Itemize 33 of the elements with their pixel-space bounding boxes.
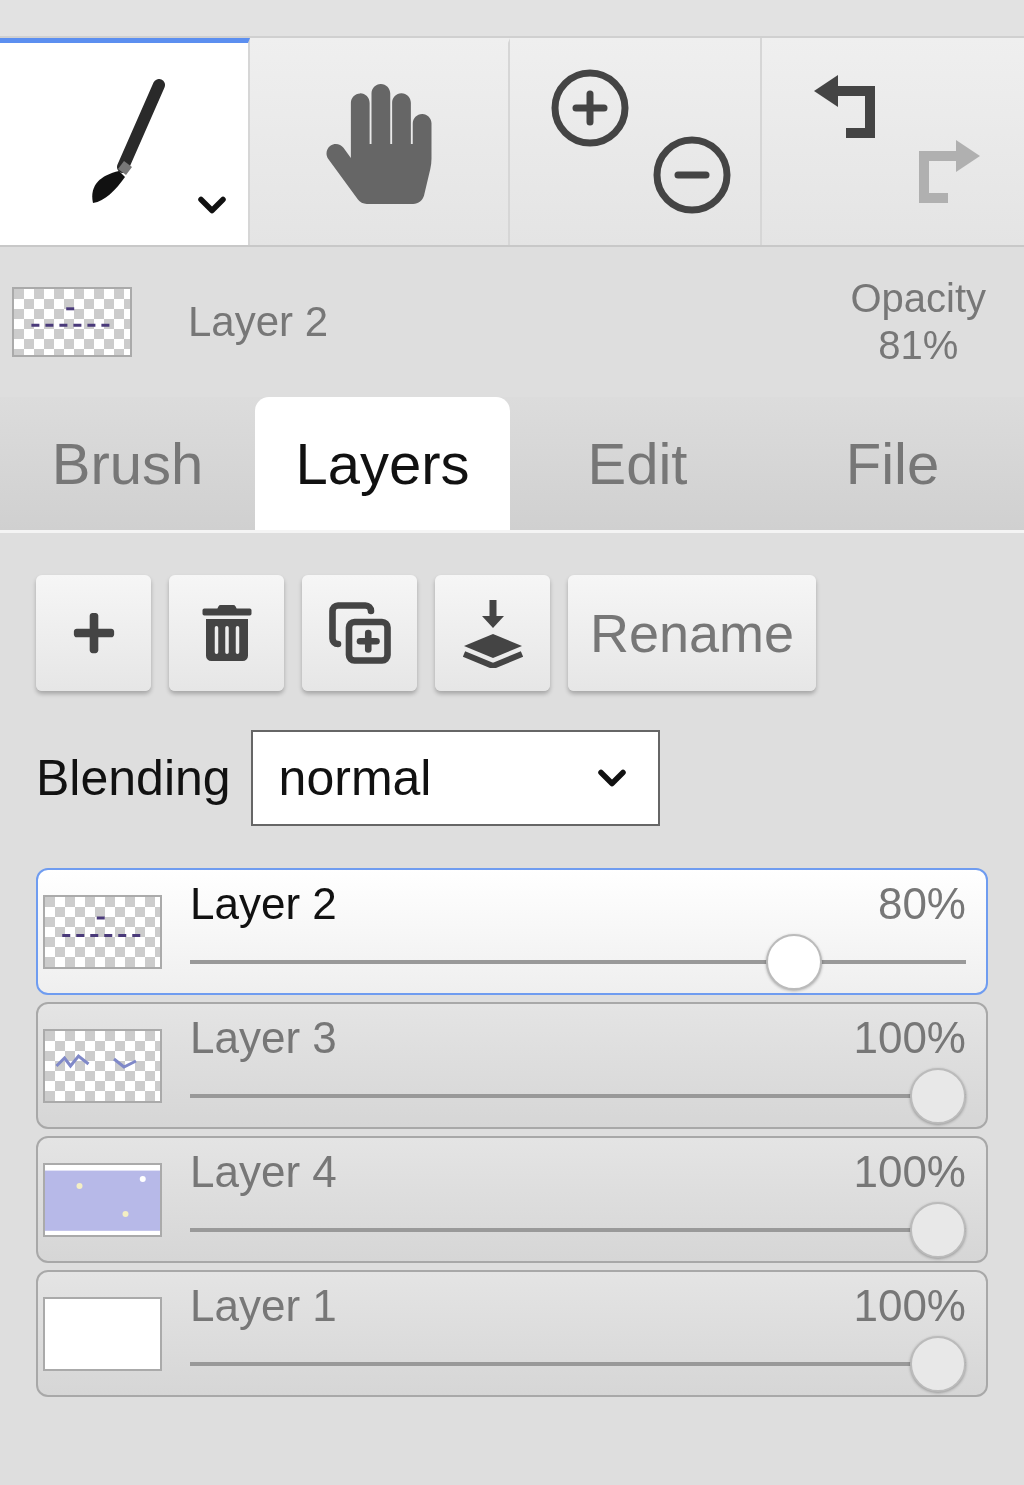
layer-row[interactable]: Layer 3 100% [36, 1002, 988, 1129]
merge-down-icon [461, 598, 524, 668]
layer-opacity: 100% [853, 1279, 966, 1332]
layer-opacity: 100% [853, 1011, 966, 1064]
layer-opacity: 100% [853, 1145, 966, 1198]
layer-name: Layer 1 [190, 1279, 337, 1332]
opacity-value: 81% [878, 322, 959, 369]
merge-down-button[interactable] [435, 575, 550, 691]
layer-name: Layer 3 [190, 1011, 337, 1064]
tab[interactable]: Layers [255, 397, 510, 530]
brush-tool-button[interactable] [0, 38, 250, 245]
layer-opacity: 80% [877, 877, 966, 930]
layer-row[interactable]: Layer 1 100% [36, 1270, 988, 1397]
slider-thumb[interactable] [910, 1067, 966, 1124]
layer-row[interactable]: Layer 4 100% [36, 1136, 988, 1263]
delete-layer-button[interactable] [169, 575, 284, 691]
duplicate-layer-button[interactable] [302, 575, 417, 691]
tab[interactable]: Edit [510, 397, 765, 530]
layer-name: Layer 2 [190, 877, 337, 930]
slider-thumb[interactable] [766, 933, 822, 990]
duplicate-icon [326, 600, 393, 666]
tab[interactable]: File [765, 397, 1020, 530]
add-layer-button[interactable] [36, 575, 151, 691]
current-layer-name: Layer 2 [188, 298, 330, 346]
tab[interactable]: Brush [0, 397, 255, 530]
rename-button[interactable]: Rename [568, 575, 817, 691]
blending-select[interactable]: normal [250, 730, 660, 826]
opacity-label: Opacity [850, 275, 986, 322]
layer-row[interactable]: Layer 2 80% [36, 868, 988, 995]
slider-thumb[interactable] [910, 1335, 966, 1392]
blending-label: Blending [36, 749, 231, 807]
slider-thumb[interactable] [910, 1201, 966, 1258]
layer-name: Layer 4 [190, 1145, 337, 1198]
